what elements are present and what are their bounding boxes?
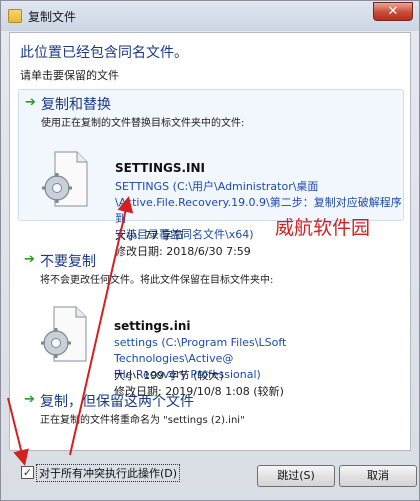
watermark-text: 威航软件园 — [275, 217, 371, 239]
copy-file-dialog: 复制文件 ✕ 此位置已经包含同名文件。 请单击要保留的文件 ➔ 复制和替换 使用… — [0, 0, 420, 501]
file-name: SETTINGS.INI — [115, 161, 206, 175]
option-title: 不要复制 — [40, 254, 96, 270]
page-title: 此位置已经包含同名文件。 — [20, 45, 188, 61]
file-size: 大小: 199 字节 (较大) — [114, 369, 224, 382]
content-panel: 此位置已经包含同名文件。 请单击要保留的文件 ➔ 复制和替换 使用正在复制的文件… — [9, 32, 411, 451]
option-keep-both[interactable]: ➔ 复制，但保留这两个文件 正在复制的文件将重命名为 "settings (2)… — [18, 387, 404, 431]
cancel-button[interactable]: 取消 — [339, 465, 417, 487]
arrow-right-icon: ➔ — [24, 392, 35, 407]
file-path-line: settings (C:\Program Files\LSoft Technol… — [114, 336, 287, 365]
page-subtitle: 请单击要保留的文件 — [20, 69, 119, 82]
option-title: 复制和替换 — [41, 97, 111, 113]
apply-to-all-checkbox[interactable]: ✓ — [21, 466, 34, 479]
option-copy-and-replace[interactable]: ➔ 复制和替换 使用正在复制的文件替换目标文件夹中的文件: SETTINGS.I… — [18, 89, 404, 258]
option-description: 使用正在复制的文件替换目标文件夹中的文件: — [41, 118, 245, 129]
settings-file-icon — [41, 306, 87, 362]
option-title: 复制，但保留这两个文件 — [40, 394, 194, 410]
option-dont-copy[interactable]: ➔ 不要复制 将不会更改任何文件。将此文件保留在目标文件夹中: settings… — [18, 247, 404, 398]
file-path-line: SETTINGS (C:\用户\Administrator\桌面 — [115, 180, 319, 193]
arrow-right-icon: ➔ — [24, 252, 35, 267]
file-size: 大小: 77 字节 — [115, 229, 184, 242]
option-description: 将不会更改任何文件。将此文件保留在目标文件夹中: — [40, 275, 274, 286]
skip-button[interactable]: 跳过(S) — [257, 465, 335, 487]
option-description: 正在复制的文件将重命名为 "settings (2).ini" — [40, 415, 245, 426]
window-title: 复制文件 — [28, 10, 77, 24]
close-button[interactable]: ✕ — [373, 2, 413, 21]
file-name: settings.ini — [114, 319, 191, 333]
dialog-footer: ✓ 对于所有冲突执行此操作(D) 跳过(S) 取消 — [1, 453, 419, 500]
folder-icon — [8, 9, 22, 23]
arrow-right-icon: ➔ — [25, 95, 36, 110]
settings-file-icon — [42, 151, 88, 207]
apply-to-all-label[interactable]: 对于所有冲突执行此操作(D) — [36, 464, 181, 482]
title-bar[interactable]: 复制文件 ✕ — [1, 1, 419, 31]
